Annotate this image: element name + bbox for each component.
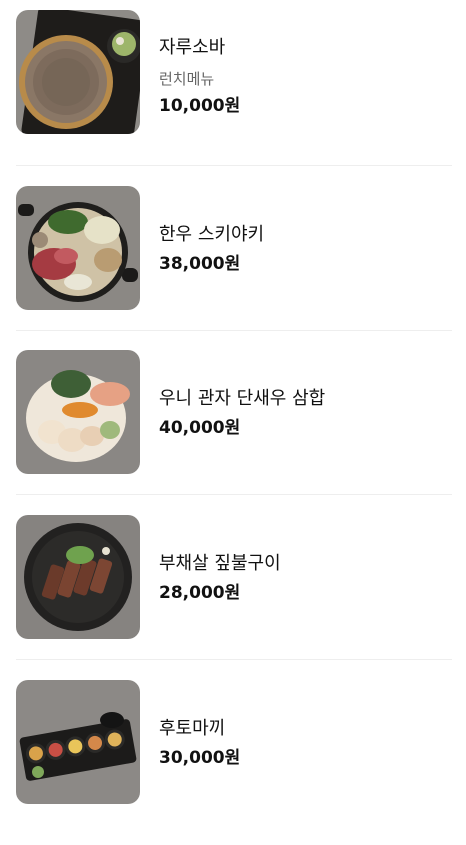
menu-item-price: 28,000원	[159, 583, 241, 603]
divider	[16, 494, 452, 495]
menu-item-grilled-beef[interactable]: 부채살 짚불구이 28,000원	[0, 515, 466, 680]
menu-item-name: 자루소바	[159, 37, 226, 58]
sashimi-platter-photo	[16, 350, 140, 474]
menu-item-info: 자루소바 런치메뉴 10,000원	[159, 35, 240, 118]
divider	[16, 330, 452, 331]
menu-item-name: 부채살 짚불구이	[159, 553, 281, 574]
divider	[16, 659, 452, 660]
menu-item-name: 후토마끼	[159, 718, 226, 739]
menu-item-info: 부채살 짚불구이 28,000원	[159, 551, 281, 605]
menu-item-price: 30,000원	[159, 748, 241, 768]
menu-item-info: 우니 관자 단새우 삼합 40,000원	[159, 386, 325, 440]
menu-item-info: 후토마끼 30,000원	[159, 716, 240, 770]
menu-item-zaru-soba[interactable]: 자루소바 런치메뉴 10,000원	[0, 10, 466, 175]
menu-item-info: 한우 스키야키 38,000원	[159, 222, 264, 276]
menu-item-price: 38,000원	[159, 254, 241, 274]
menu-item-subtitle: 런치메뉴	[159, 70, 215, 88]
futomaki-photo	[16, 680, 140, 804]
menu-item-name: 한우 스키야키	[159, 224, 265, 245]
sukiyaki-photo	[16, 186, 140, 310]
zaru-soba-photo	[16, 10, 140, 134]
menu-item-sashimi-platter[interactable]: 우니 관자 단새우 삼합 40,000원	[0, 350, 466, 515]
divider	[16, 165, 452, 166]
menu-item-price: 10,000원	[159, 96, 241, 116]
menu-item-price: 40,000원	[159, 418, 241, 438]
menu-item-futomaki[interactable]: 후토마끼 30,000원	[0, 680, 466, 845]
menu-item-sukiyaki[interactable]: 한우 스키야키 38,000원	[0, 186, 466, 351]
grilled-beef-photo	[16, 515, 140, 639]
menu-item-name: 우니 관자 단새우 삼합	[159, 388, 326, 409]
